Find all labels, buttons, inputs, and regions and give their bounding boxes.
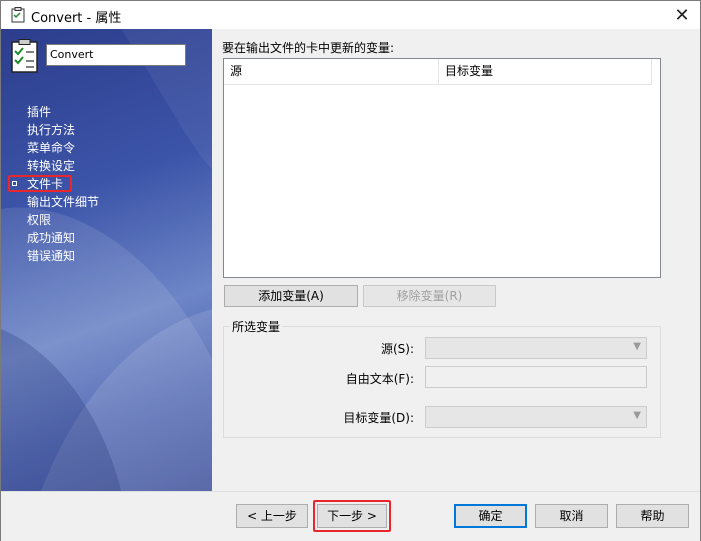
sidebar-item-file-card[interactable]: 文件卡 [1,175,212,193]
main-panel: 要在输出文件的卡中更新的变量: 源 目标变量 添加变量(A) 移除变量(R) 所… [212,29,700,491]
source-label: 源(S): [380,342,414,356]
clipboard-icon [11,7,25,23]
sidebar-item-label: 执行方法 [27,123,76,137]
add-variable-button[interactable]: 添加变量(A) [224,285,358,307]
target-select: ▼ [425,406,647,428]
sidebar-item-success-notification[interactable]: 成功通知 [1,229,212,247]
sidebar-item-label: 输出文件细节 [27,195,100,209]
properties-dialog: Convert - 属性 ✕ Convert 插件 执行方法 菜单命令 转换设定… [0,0,701,541]
chevron-down-icon: ▼ [633,410,641,421]
sidebar-item-label: 转换设定 [27,159,76,173]
sidebar-nav: 插件 执行方法 菜单命令 转换设定 文件卡 输出文件细节 权限 成功通知 错误通… [1,103,212,265]
column-header-source[interactable]: 源 [224,59,439,84]
sidebar: Convert 插件 执行方法 菜单命令 转换设定 文件卡 输出文件细节 权限 … [1,29,212,491]
next-button[interactable]: 下一步 > [317,504,387,528]
title-bar: Convert - 属性 ✕ [1,1,700,29]
sidebar-item-plugin[interactable]: 插件 [1,103,212,121]
freetext-label: 自由文本(F): [345,372,414,386]
sidebar-item-execution-method[interactable]: 执行方法 [1,121,212,139]
sidebar-item-menu-command[interactable]: 菜单命令 [1,139,212,157]
source-select: ▼ [425,337,647,359]
sidebar-item-label: 成功通知 [27,231,76,245]
remove-variable-button: 移除变量(R) [363,285,496,307]
button-bar: < 上一步 下一步 > 确定 取消 帮助 [1,491,700,541]
help-button[interactable]: 帮助 [616,504,689,528]
checklist-icon [11,39,39,73]
highlight-box [8,175,72,192]
ok-button[interactable]: 确定 [454,504,527,528]
variables-table[interactable]: 源 目标变量 [223,58,661,278]
sidebar-item-output-file-details[interactable]: 输出文件细节 [1,193,212,211]
target-label: 目标变量(D): [343,411,414,425]
group-title: 所选变量 [230,318,283,335]
window-title: Convert - 属性 [31,11,122,26]
sidebar-item-conversion-settings[interactable]: 转换设定 [1,157,212,175]
chevron-down-icon: ▼ [633,341,641,352]
cancel-button[interactable]: 取消 [535,504,608,528]
close-icon[interactable]: ✕ [670,3,694,27]
sidebar-item-permissions[interactable]: 权限 [1,211,212,229]
selected-variable-group: 所选变量 源(S): ▼ 自由文本(F): 目标变量(D): ▼ [223,318,661,438]
sidebar-item-label: 错误通知 [27,249,76,263]
section-label: 要在输出文件的卡中更新的变量: [222,41,395,55]
column-header-target[interactable]: 目标变量 [439,59,652,84]
sidebar-item-label: 菜单命令 [27,141,76,155]
sidebar-item-label: 插件 [27,105,52,119]
name-field[interactable]: Convert [46,44,186,66]
freetext-field [425,366,647,388]
sidebar-item-error-notification[interactable]: 错误通知 [1,247,212,265]
table-header: 源 目标变量 [224,59,652,85]
sidebar-item-label: 权限 [27,213,52,227]
prev-button[interactable]: < 上一步 [236,504,308,528]
